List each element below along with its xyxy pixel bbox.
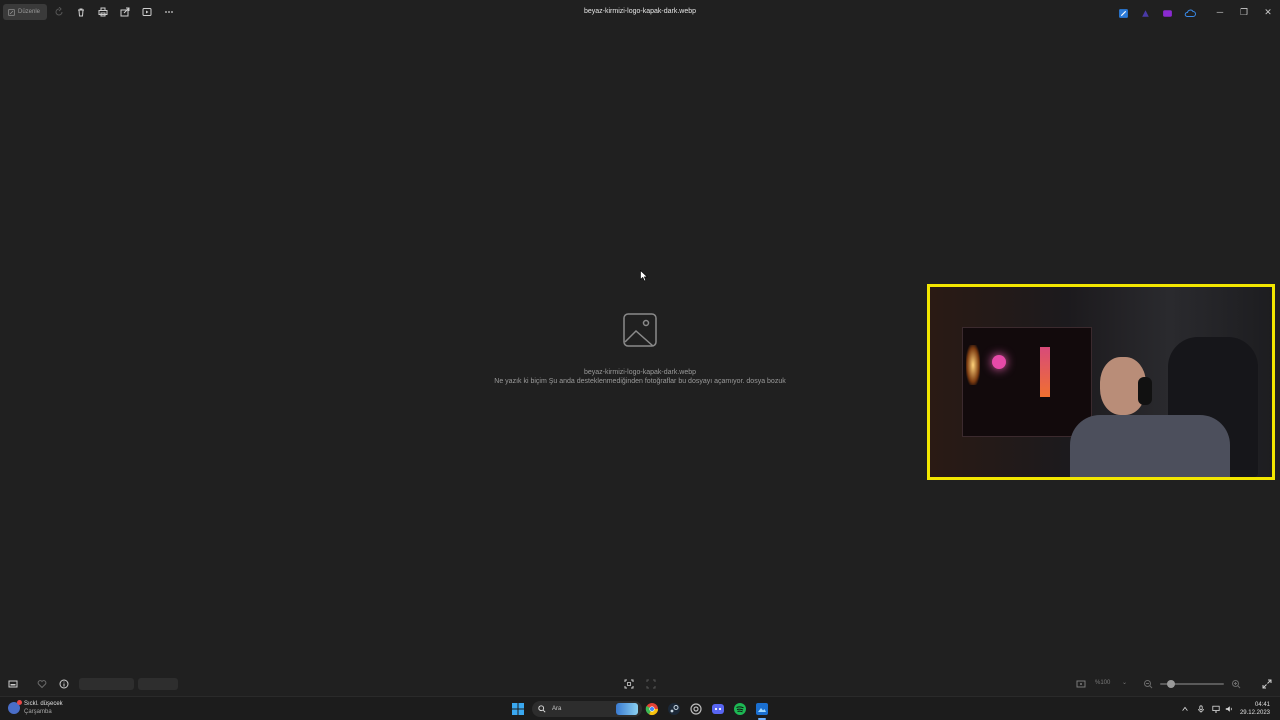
unsupported-file-notice: beyaz-kirmizi-logo-kapak-dark.webp Ne ya… <box>400 312 880 386</box>
webcam-pc-case <box>962 327 1092 437</box>
fullscreen-icon[interactable] <box>1262 679 1272 689</box>
windows-taskbar: Sıckl. düşecek Çarşamba Ara 04:41 29.12.… <box>0 696 1280 720</box>
file-name-text: beyaz-kirmizi-logo-kapak-dark.webp <box>583 369 697 376</box>
window-title: beyaz-kirmizi-logo-kapak-dark.webp <box>583 8 697 15</box>
webcam-rgb-strip <box>1040 347 1050 397</box>
aspect-ratio-icon[interactable] <box>1076 679 1086 689</box>
viewer-bottom-bar <box>0 676 1280 692</box>
fit-to-window-icon[interactable] <box>624 679 634 689</box>
chevron-up-icon[interactable] <box>1181 705 1189 713</box>
zoom-slider-thumb[interactable] <box>1167 680 1175 688</box>
steam-icon[interactable] <box>667 702 681 716</box>
monitor-icon[interactable] <box>1212 705 1220 713</box>
weather-headline: Sıckl. düşecek <box>24 701 63 707</box>
notification-badge <box>17 700 22 705</box>
filmstrip-toggle-icon[interactable] <box>8 679 18 689</box>
chevron-down-icon: ⌄ <box>1122 680 1128 686</box>
error-message: Ne yazık ki biçim Şu anda desteklenmediğ… <box>494 378 786 385</box>
speaker-icon[interactable] <box>1225 705 1233 713</box>
cloud-icon[interactable] <box>1184 6 1196 17</box>
start-windows-icon[interactable] <box>511 702 525 716</box>
microphone-icon[interactable] <box>1197 705 1205 713</box>
actual-size-icon[interactable] <box>646 679 656 689</box>
search-placeholder: Ara <box>552 706 562 712</box>
webcam-overlay <box>927 284 1275 480</box>
taskbar-search-box[interactable]: Ara <box>532 701 642 717</box>
webcam-headset <box>1138 377 1152 405</box>
mouse-cursor-icon <box>640 270 648 282</box>
minimize-button[interactable]: ─ <box>1214 6 1226 18</box>
taskbar-clock[interactable]: 04:41 29.12.2023 <box>1240 701 1270 717</box>
discord-icon[interactable] <box>711 702 725 716</box>
maximize-button[interactable]: ❐ <box>1238 6 1250 18</box>
filmstrip-thumbnail-1[interactable] <box>79 678 134 690</box>
favorite-heart-icon[interactable] <box>37 679 47 689</box>
weather-day: Çarşamba <box>24 709 52 715</box>
search-icon <box>538 705 546 713</box>
photos-app-window: Düzenle beyaz-kirmizi-logo-kapak-dark.we… <box>0 0 1280 696</box>
webcam-lamp <box>966 345 980 385</box>
info-icon[interactable] <box>59 679 69 689</box>
top-toolbar: Düzenle beyaz-kirmizi-logo-kapak-dark.we… <box>0 0 1280 24</box>
close-button[interactable]: ✕ <box>1262 6 1274 18</box>
app-tray-icon-3[interactable] <box>1162 6 1173 17</box>
zoom-level-dropdown[interactable]: %100 ⌄ <box>1095 679 1135 689</box>
webcam-rgb-fan <box>992 355 1006 369</box>
image-placeholder-icon <box>623 313 657 347</box>
webcam-person-body <box>1070 415 1230 477</box>
clock-date: 29.12.2023 <box>1239 710 1270 716</box>
zoom-in-icon[interactable] <box>1231 679 1241 689</box>
clock-time: 04:41 <box>1254 702 1270 708</box>
settings-gear-icon[interactable] <box>689 702 703 716</box>
chrome-icon[interactable] <box>645 702 659 716</box>
app-tray-icon-1[interactable] <box>1118 6 1129 18</box>
photos-app-icon[interactable] <box>755 702 769 716</box>
zoom-level-value: %100 <box>1095 680 1111 686</box>
app-tray-icon-2[interactable] <box>1140 6 1151 17</box>
filmstrip-thumbnail-2[interactable] <box>138 678 178 690</box>
spotify-icon[interactable] <box>733 702 747 716</box>
zoom-out-icon[interactable] <box>1143 679 1153 689</box>
search-highlight-image <box>616 703 638 715</box>
weather-widget[interactable]: Sıckl. düşecek Çarşamba <box>8 700 63 716</box>
weather-icon <box>8 700 22 714</box>
